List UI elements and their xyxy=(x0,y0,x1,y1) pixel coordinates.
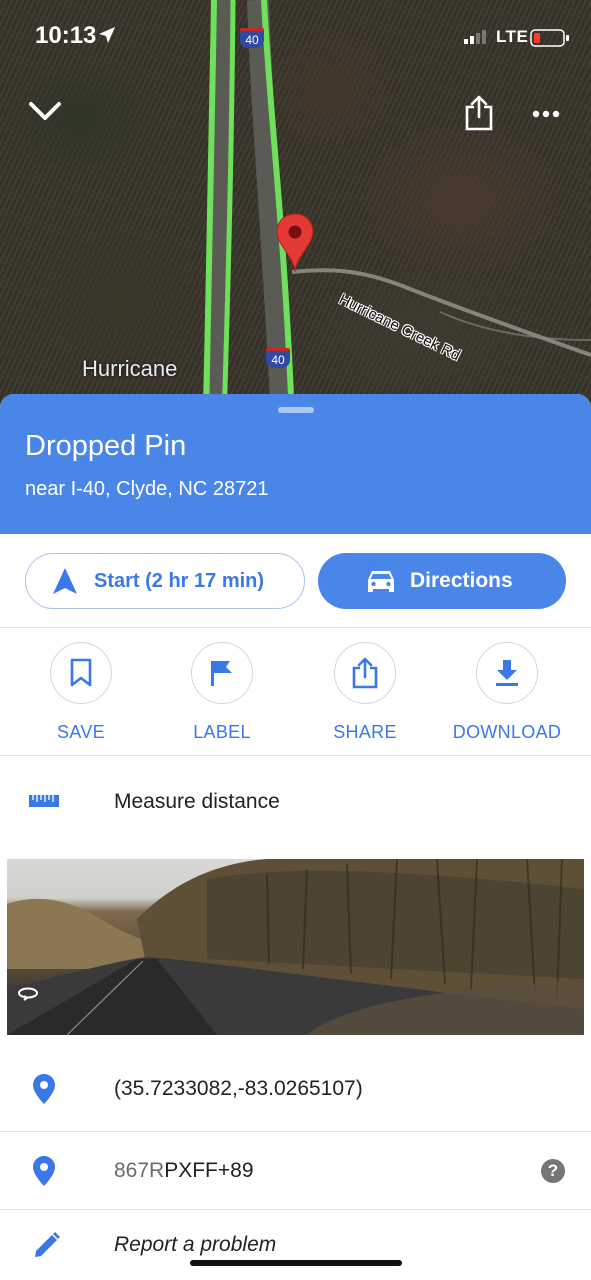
share-place-button[interactable]: SHARE xyxy=(295,642,435,743)
place-title: Dropped Pin xyxy=(25,430,187,462)
place-label: Hurricane xyxy=(82,356,178,381)
coordinates-row[interactable]: (35.7233082,-83.0265107) xyxy=(0,1046,591,1132)
car-icon xyxy=(366,568,396,594)
collapse-button[interactable] xyxy=(22,90,68,136)
status-bar: 10:13 LTE xyxy=(0,0,591,72)
map-pin-icon[interactable] xyxy=(275,212,315,279)
network-label: LTE xyxy=(496,27,529,46)
flag-icon xyxy=(191,642,253,704)
street-view-thumbnail[interactable] xyxy=(7,859,584,1035)
download-icon xyxy=(476,642,538,704)
download-label: DOWNLOAD xyxy=(452,722,562,742)
chevron-down-icon xyxy=(28,100,62,127)
location-pin-icon xyxy=(32,1155,56,1187)
location-pin-icon xyxy=(32,1073,56,1105)
more-options-button[interactable] xyxy=(522,92,570,136)
pencil-icon xyxy=(32,1230,62,1260)
plus-code-row[interactable]: 867RPXFF+89 ? xyxy=(0,1132,591,1210)
plus-code-text: 867RPXFF+89 xyxy=(114,1159,254,1183)
bookmark-icon xyxy=(50,642,112,704)
directions-label: Directions xyxy=(410,569,513,592)
directions-button[interactable]: Directions xyxy=(318,553,566,609)
navigation-arrow-icon xyxy=(52,567,78,595)
signal-icon xyxy=(464,30,492,49)
drag-handle[interactable] xyxy=(278,407,314,413)
share-icon xyxy=(334,642,396,704)
start-navigation-button[interactable]: Start (2 hr 17 min) xyxy=(25,553,305,609)
home-indicator[interactable] xyxy=(190,1260,402,1266)
street-view-image xyxy=(7,859,584,1035)
report-problem-row[interactable]: Report a problem xyxy=(0,1210,591,1280)
save-label: SAVE xyxy=(57,722,105,742)
ruler-icon xyxy=(28,794,60,813)
report-problem-label: Report a problem xyxy=(114,1233,277,1256)
coordinates-text: (35.7233082,-83.0265107) xyxy=(114,1076,363,1100)
measure-distance-row[interactable]: Measure distance xyxy=(0,756,591,850)
download-button[interactable]: DOWNLOAD xyxy=(437,642,577,743)
help-icon[interactable]: ? xyxy=(541,1159,565,1183)
place-address: near I-40, Clyde, NC 28721 xyxy=(25,478,269,500)
primary-actions: Start (2 hr 17 min) Directions xyxy=(0,534,591,628)
share-label: SHARE xyxy=(333,722,397,742)
battery-icon xyxy=(530,28,570,53)
location-arrow-icon xyxy=(98,26,116,49)
share-button[interactable] xyxy=(456,90,502,140)
share-icon xyxy=(464,95,494,136)
status-time: 10:13 xyxy=(35,22,97,49)
label-button[interactable]: LABEL xyxy=(152,642,292,743)
start-label: Start (2 hr 17 min) xyxy=(94,569,265,592)
sheet-header[interactable]: Dropped Pin near I-40, Clyde, NC 28721 xyxy=(0,394,591,534)
quick-actions: SAVE LABEL SHARE DOWNLOAD xyxy=(0,628,591,756)
interstate-shield: 40 xyxy=(266,348,290,368)
place-sheet: Dropped Pin near I-40, Clyde, NC 28721 S… xyxy=(0,394,591,1280)
plus-code-prefix: 867R xyxy=(114,1158,165,1182)
label-label: LABEL xyxy=(193,722,251,742)
more-horiz-icon xyxy=(532,105,560,123)
plus-code-local: PXFF+89 xyxy=(164,1158,254,1182)
map-view[interactable]: 40 40 Hurricane Creek Rd Hurricane 10:13… xyxy=(0,0,591,420)
measure-distance-label: Measure distance xyxy=(114,790,280,813)
save-button[interactable]: SAVE xyxy=(11,642,151,743)
